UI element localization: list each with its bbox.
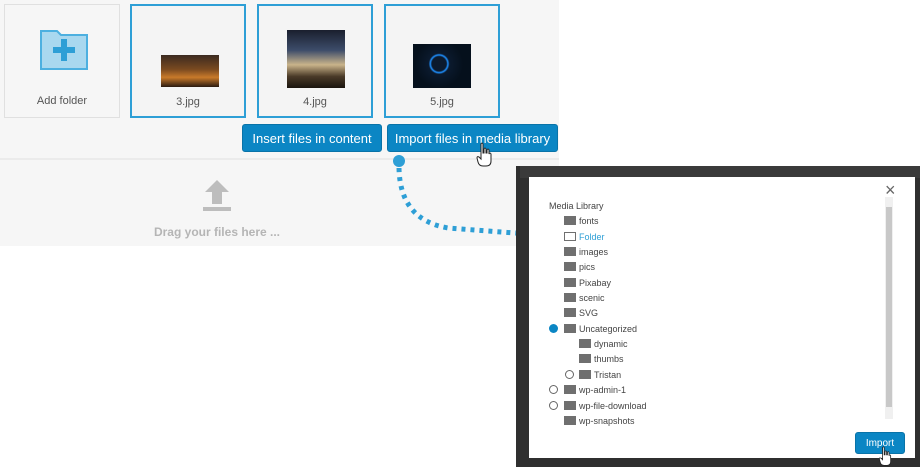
tree-item-images[interactable]: images: [579, 247, 608, 258]
folder-icon: [579, 339, 591, 348]
tree-item-wp-admin-1[interactable]: wp-admin-1: [579, 385, 626, 396]
hand-cursor-icon: [878, 446, 892, 466]
image-thumbnail: [287, 30, 345, 88]
folder-icon: [579, 370, 591, 379]
folder-icon: [564, 401, 576, 410]
image-thumbnail: [161, 55, 219, 87]
tree-item-wp-snapshots[interactable]: wp-snapshots: [579, 416, 635, 427]
folder-icon: [564, 247, 576, 256]
image-thumbnail: [413, 44, 471, 88]
tree-item-uncategorized[interactable]: Uncategorized: [579, 324, 637, 335]
folder-icon: [564, 308, 576, 317]
folder-icon: [564, 385, 576, 394]
tree-item-pixabay[interactable]: Pixabay: [579, 278, 611, 289]
expand-icon[interactable]: [549, 401, 558, 410]
collapse-icon[interactable]: [549, 324, 558, 333]
tree-item-thumbs[interactable]: thumbs: [594, 354, 624, 365]
insert-files-button[interactable]: Insert files in content: [242, 124, 382, 152]
expand-icon[interactable]: [565, 370, 574, 379]
folder-icon: [564, 293, 576, 302]
folder-icon: [564, 324, 576, 333]
tree-item-fonts[interactable]: fonts: [579, 216, 599, 227]
file-name: 3.jpg: [176, 96, 200, 108]
tree-item-wp-file-download[interactable]: wp-file-download: [579, 401, 647, 412]
folder-icon: [564, 216, 576, 225]
tree-item-scenic[interactable]: scenic: [579, 293, 605, 304]
tree-item-tristan[interactable]: Tristan: [594, 370, 621, 381]
add-folder-label: Add folder: [36, 95, 88, 107]
folder-icon: [564, 262, 576, 271]
dropzone-text: Drag your files here ...: [153, 225, 281, 239]
add-folder-tile[interactable]: Add folder: [4, 4, 120, 118]
tree-item-pics[interactable]: pics: [579, 262, 595, 273]
add-folder-icon: [40, 30, 88, 70]
file-tile-5[interactable]: 5.jpg: [384, 4, 500, 118]
file-tile-3[interactable]: 3.jpg: [130, 4, 246, 118]
import-media-button[interactable]: Import files in media library: [387, 124, 558, 152]
scrollbar-thumb[interactable]: [886, 207, 892, 407]
tree-item-svg[interactable]: SVG: [579, 308, 598, 319]
folder-icon: [564, 278, 576, 287]
tree-item-dynamic[interactable]: dynamic: [594, 339, 628, 350]
tree-root-label: Media Library: [549, 201, 604, 211]
tree-item-folder[interactable]: Folder: [579, 232, 605, 243]
expand-icon[interactable]: [549, 385, 558, 394]
file-name: 4.jpg: [303, 96, 327, 108]
file-tile-4[interactable]: 4.jpg: [257, 4, 373, 118]
folder-open-icon: [564, 232, 576, 241]
dialog-body: × Media Library fonts Folder images pics…: [529, 177, 915, 458]
upload-arrow-icon: [203, 180, 231, 211]
file-name: 5.jpg: [430, 96, 454, 108]
folder-icon: [564, 416, 576, 425]
folder-icon: [579, 354, 591, 363]
